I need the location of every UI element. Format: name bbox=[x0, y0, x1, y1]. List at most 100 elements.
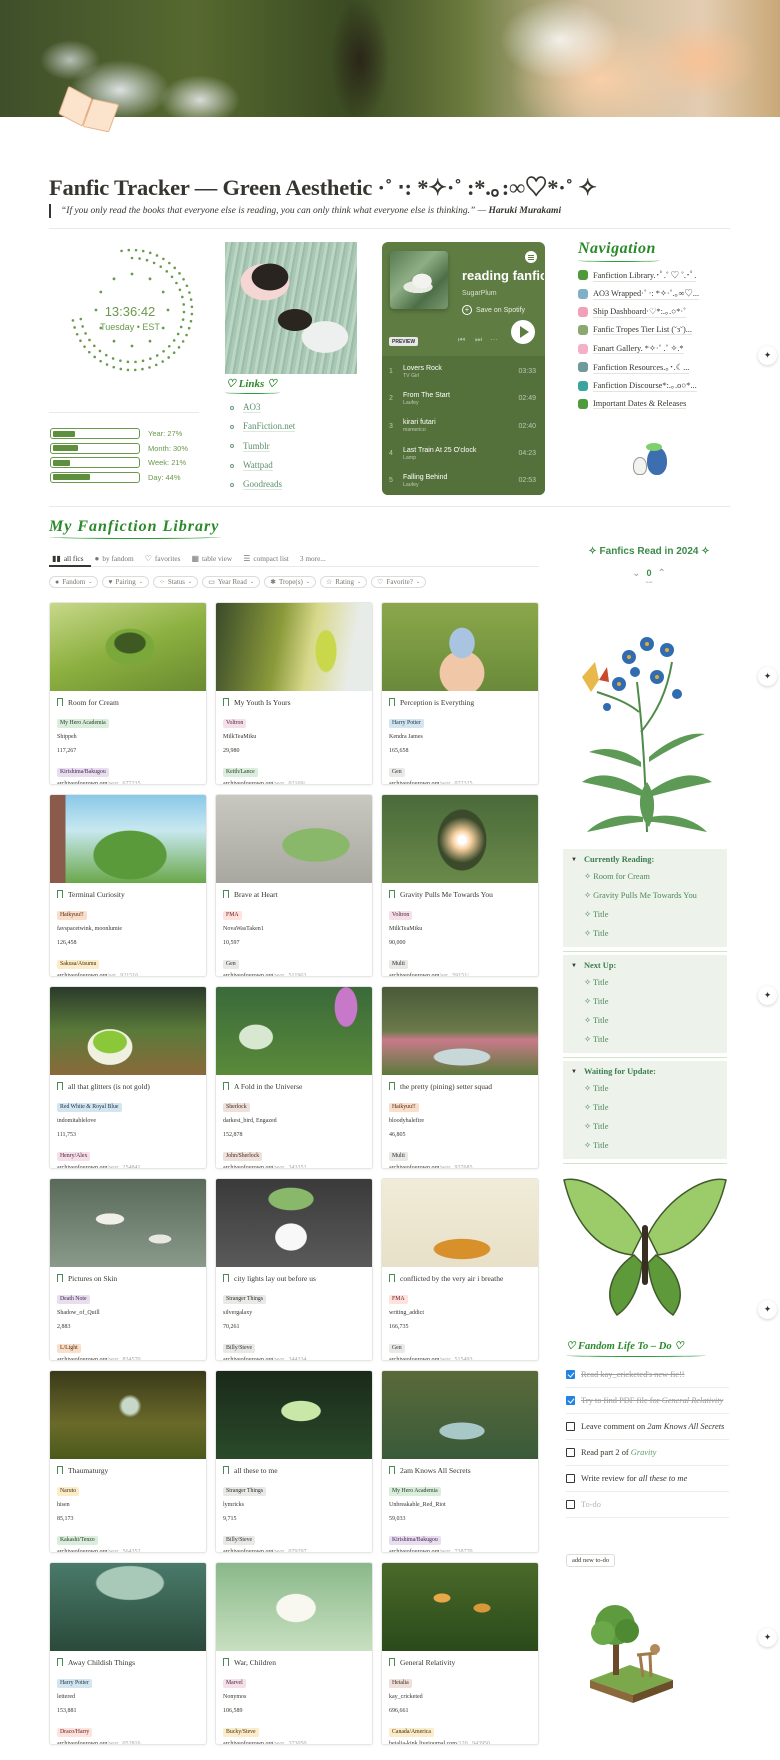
todo-text[interactable]: Read part 2 of Gravity bbox=[581, 1446, 656, 1459]
more-options-icon[interactable]: ··· bbox=[490, 335, 498, 344]
track-row[interactable]: 1 Lovers Rock TV Girl 03:33 bbox=[382, 358, 545, 385]
fic-card[interactable]: A Fold in the Universe Sherlock darkest_bi… bbox=[215, 986, 373, 1169]
todo-text[interactable]: Try to find PDF file for General Relativ… bbox=[581, 1394, 723, 1407]
fic-card[interactable]: Pictures on Skin Death Note Shadow_of_Quil… bbox=[49, 1178, 207, 1361]
fic-card[interactable]: Away Childish Things Harry Potter lettered… bbox=[49, 1562, 207, 1745]
card-title[interactable]: Gravity Pulls Me Towards You bbox=[389, 889, 531, 899]
fic-url[interactable]: archiveofourown.org/wor...834570 bbox=[57, 1357, 199, 1360]
nav-link[interactable]: Fanfic Tropes Tier List (˘з˘)... bbox=[578, 321, 718, 339]
checkbox[interactable] bbox=[566, 1396, 575, 1405]
track-row[interactable]: 4 Last Train At 25 O'clock Lamp 04:23 bbox=[382, 440, 545, 467]
card-title[interactable]: Away Childish Things bbox=[57, 1657, 199, 1667]
filter-favorite[interactable]: ♡ Favorite? ⌄ bbox=[371, 576, 427, 588]
fic-url[interactable]: archiveofourown.org/wor...511963 bbox=[223, 973, 365, 976]
link-wattpad[interactable]: Wattpad bbox=[243, 460, 273, 472]
card-title[interactable]: Pictures on Skin bbox=[57, 1273, 199, 1283]
card-title[interactable]: A Fold in the Universe bbox=[223, 1081, 365, 1091]
fic-card[interactable]: all these to me Stranger Things lymricks 9,… bbox=[215, 1370, 373, 1553]
fic-url[interactable]: archiveofourown.org/wor...079297 bbox=[223, 1549, 365, 1552]
card-title[interactable]: the pretty (pining) setter squad bbox=[389, 1081, 531, 1091]
ai-sparkle-button[interactable]: ✦ bbox=[758, 1300, 777, 1319]
track-row[interactable]: 2 From The Start Laufey 02:49 bbox=[382, 385, 545, 412]
reading-item[interactable]: ✧ Title bbox=[571, 973, 719, 992]
reading-item[interactable]: ✧ Title bbox=[571, 1030, 719, 1049]
tab-by-fandom[interactable]: ● by fandom bbox=[94, 552, 133, 565]
fic-card[interactable]: 2am Knows All Secrets My Hero Academia Unb… bbox=[381, 1370, 539, 1553]
fic-url[interactable]: archiveofourown.org/ser...59151/ bbox=[389, 973, 531, 976]
link-ao3[interactable]: AO3 bbox=[243, 402, 261, 414]
fic-url[interactable]: archiveofourown.org/wor...343352 bbox=[223, 1165, 365, 1168]
reading-item[interactable]: ✧ Title bbox=[571, 992, 719, 1011]
fic-card[interactable]: Perception is Everything Harry Potter Kend… bbox=[381, 602, 539, 785]
card-title[interactable]: Perception is Everything bbox=[389, 697, 531, 707]
reading-item[interactable]: ✧ Title bbox=[571, 905, 719, 924]
playlist-title[interactable]: reading fanfic bbox=[462, 268, 544, 283]
track-row[interactable]: 5 Falling Behind Laufey 02:53 bbox=[382, 467, 545, 494]
checkbox[interactable] bbox=[566, 1474, 575, 1483]
ai-sparkle-button[interactable]: ✦ bbox=[758, 986, 777, 1005]
card-title[interactable]: My Youth Is Yours bbox=[223, 697, 365, 707]
fic-card[interactable]: Room for Cream My Hero Academia Shippeh 117… bbox=[49, 602, 207, 785]
toggle-header[interactable]: ▼ Currently Reading: bbox=[571, 852, 719, 867]
card-title[interactable]: Brave at Heart bbox=[223, 889, 365, 899]
increment-icon[interactable]: ⌃ bbox=[658, 568, 666, 579]
fic-url[interactable]: hetalia-kink.livejournal.com/120...94395… bbox=[389, 1741, 531, 1744]
filter-status[interactable]: ⁘ Status ⌄ bbox=[152, 576, 199, 588]
filter-trope-s[interactable]: ✱ Trope(s) ⌄ bbox=[264, 576, 316, 588]
todo-text-link[interactable]: Gravity bbox=[631, 1448, 657, 1457]
card-title[interactable]: General Relativity bbox=[389, 1657, 531, 1667]
nav-link[interactable]: Ship Dashboard·♡*:.｡.○*·˚ bbox=[578, 303, 718, 321]
reset-button[interactable]: reset bbox=[563, 580, 735, 584]
reading-item[interactable]: ✧ Title bbox=[571, 1098, 719, 1117]
ai-sparkle-button[interactable]: ✦ bbox=[758, 1628, 777, 1647]
fic-url[interactable]: archiveofourown.org/wor...738770 bbox=[389, 1549, 531, 1552]
nav-link[interactable]: Fanart Gallery. *✧·˚ .˚ ✧.* bbox=[578, 340, 718, 358]
fic-url[interactable]: archiveofourown.org/ser...921516 bbox=[57, 973, 199, 976]
todo-text[interactable]: To-do bbox=[581, 1498, 601, 1511]
reading-item[interactable]: ✧ Title bbox=[571, 1136, 719, 1155]
tab-favorites[interactable]: ♡ favorites bbox=[145, 552, 181, 565]
fic-card[interactable]: General Relativity Hetalia kay_cricketed 69… bbox=[381, 1562, 539, 1745]
checkbox[interactable] bbox=[566, 1370, 575, 1379]
nav-link[interactable]: Fanfiction Library.･ﾟ.˚ ♡ ˚.･ﾟ. bbox=[578, 266, 718, 284]
todo-text[interactable]: Leave comment on 2am Knows All Secrets bbox=[581, 1420, 724, 1433]
card-title[interactable]: Terminal Curiosity bbox=[57, 889, 199, 899]
reading-item[interactable]: ✧ Gravity Pulls Me Towards You bbox=[571, 886, 719, 905]
spotify-logo-icon[interactable] bbox=[525, 251, 537, 263]
fic-card[interactable]: conflicted by the very air i breathe FMA w… bbox=[381, 1178, 539, 1361]
reading-item[interactable]: ✧ Title bbox=[571, 1079, 719, 1098]
fic-card[interactable]: Gravity Pulls Me Towards You Voltron MilkT… bbox=[381, 794, 539, 977]
decrement-icon[interactable]: ⌄ bbox=[632, 568, 640, 579]
next-track-icon[interactable]: ⏭ bbox=[475, 335, 482, 345]
nav-link[interactable]: Fanfiction Resources.｡･.☾... bbox=[578, 358, 718, 376]
fic-url[interactable]: archiveofourown.org/wor...344334 bbox=[223, 1357, 365, 1360]
previous-track-icon[interactable]: ⏮ bbox=[458, 335, 465, 345]
fic-url[interactable]: archiveofourown.org/wor...564352 bbox=[57, 1549, 199, 1552]
card-title[interactable]: Room for Cream bbox=[57, 697, 199, 707]
filter-year-read[interactable]: ▭ Year Read ⌄ bbox=[202, 576, 261, 588]
card-title[interactable]: city lights lay out before us bbox=[223, 1273, 365, 1283]
fic-url[interactable]: archiveofourown.org/wor...254841 bbox=[57, 1165, 199, 1168]
track-row[interactable]: 3 kirari futari mamerico 02:40 bbox=[382, 413, 545, 440]
checkbox[interactable] bbox=[566, 1500, 575, 1509]
toggle-header[interactable]: ▼ Next Up: bbox=[571, 958, 719, 973]
reading-item[interactable]: ✧ Title bbox=[571, 1011, 719, 1030]
toggle-header[interactable]: ▼ Waiting for Update: bbox=[571, 1064, 719, 1079]
fic-card[interactable]: Terminal Curiosity Haikyuu!! favspacetwink… bbox=[49, 794, 207, 977]
todo-text[interactable]: Read kay_cricketed's new fic!! bbox=[581, 1368, 685, 1381]
ai-sparkle-button[interactable]: ✦ bbox=[758, 667, 777, 686]
reading-item[interactable]: ✧ Title bbox=[571, 1117, 719, 1136]
tab-table-view[interactable]: ▦ table view bbox=[191, 552, 232, 565]
fic-url[interactable]: archiveofourown.org/wor...072325 bbox=[389, 781, 531, 784]
ai-sparkle-button[interactable]: ✦ bbox=[758, 346, 777, 365]
link-tumblr[interactable]: Tumblr bbox=[243, 441, 270, 452]
playlist-owner[interactable]: SugarPlum bbox=[462, 290, 497, 297]
card-title[interactable]: War, Children bbox=[223, 1657, 365, 1667]
todo-text[interactable]: Write review for all these to me bbox=[581, 1472, 687, 1485]
link-goodreads[interactable]: Goodreads bbox=[243, 479, 282, 491]
fic-card[interactable]: My Youth Is Yours Voltron MilkTeaMiku 29,98… bbox=[215, 602, 373, 785]
checkbox[interactable] bbox=[566, 1422, 575, 1431]
nav-link[interactable]: AO3 Wrapped·˚ ‧: *✧·˚.｡∞♡... bbox=[578, 284, 718, 302]
fic-card[interactable]: Brave at Heart FMA NovaWasTaken1 10,597 Gen a… bbox=[215, 794, 373, 977]
link-fanfiction-net[interactable]: FanFiction.net bbox=[243, 421, 296, 433]
